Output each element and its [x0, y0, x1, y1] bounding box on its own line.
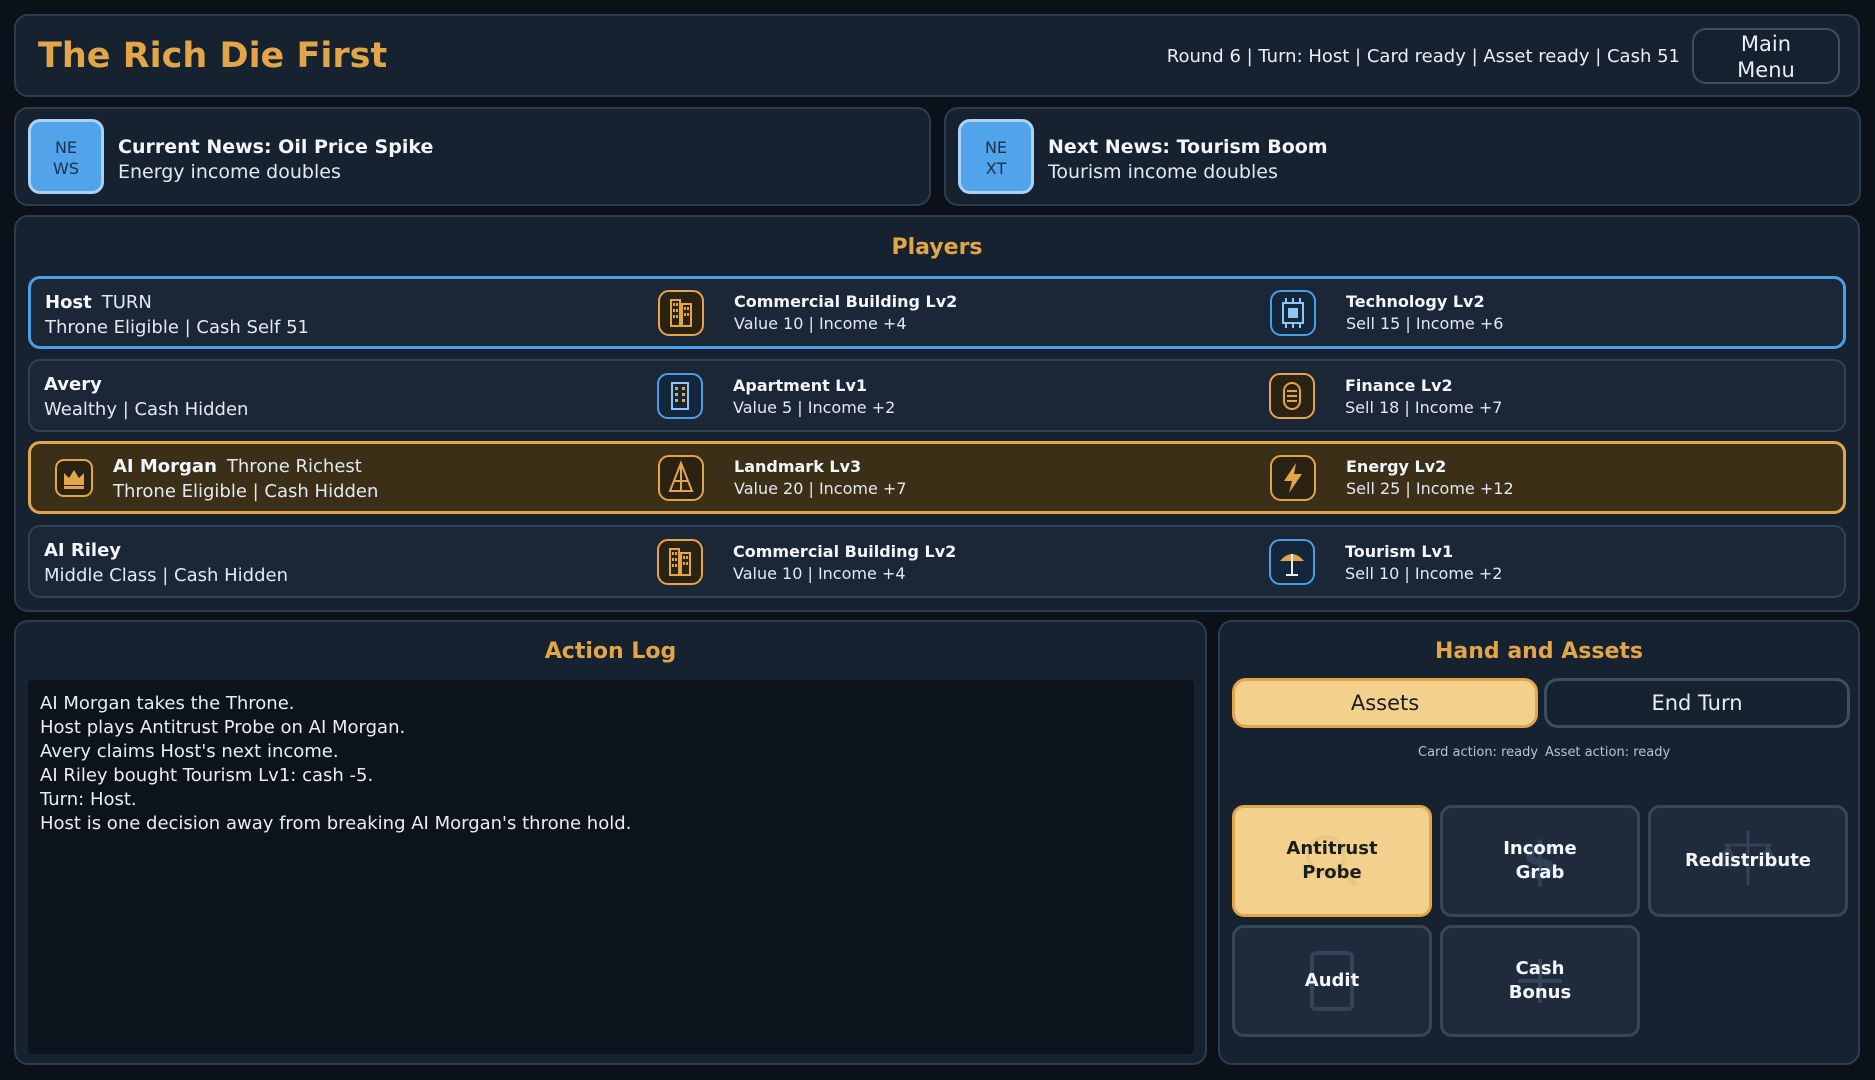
action-log-title: Action Log: [544, 639, 677, 664]
asset-stats: Sell 15 | Income +6: [1346, 314, 1504, 333]
landmark-tower-icon: [658, 455, 704, 501]
asset-name: Technology Lv2: [1346, 292, 1485, 311]
player-name-line: Host TURN: [45, 292, 152, 313]
commercial-building-icon: [658, 290, 704, 336]
card-label: Redistribute: [1685, 849, 1811, 873]
current-news-description: Energy income doubles: [118, 161, 341, 183]
news-badge-icon: NE WS: [28, 119, 104, 194]
card-antitrust-probe[interactable]: Antitrust Probe: [1232, 805, 1432, 917]
finance-coins-icon: [1269, 373, 1315, 419]
player-name: Host: [45, 292, 92, 313]
player-name-line: Avery: [44, 374, 102, 395]
hand-and-assets-panel: Hand and Assets Assets End Turn Card act…: [1218, 620, 1860, 1065]
game-title: The Rich Die First: [38, 36, 388, 76]
main-menu-button[interactable]: Main Menu: [1692, 28, 1840, 84]
current-news-panel: NE WS Current News: Oil Price Spike Ener…: [14, 107, 931, 206]
player-tag: TURN: [101, 292, 152, 313]
tourism-umbrella-icon: [1269, 539, 1315, 585]
news-badge-line2: WS: [53, 159, 79, 178]
players-panel: Players Host TURN Throne Eligible | Cash …: [14, 215, 1860, 612]
card-income-grab[interactable]: $ Income Grab: [1440, 805, 1640, 917]
main-menu-label-line1: Main: [1740, 32, 1792, 56]
player-name-line: AI Morgan Throne Richest: [113, 456, 362, 477]
card-audit[interactable]: Audit: [1232, 925, 1432, 1037]
player-name: AI Morgan: [113, 456, 217, 477]
player-row-host[interactable]: Host TURN Throne Eligible | Cash Self 51 …: [28, 276, 1846, 349]
player-status: Throne Eligible | Cash Hidden: [113, 481, 379, 502]
asset-name: Commercial Building Lv2: [733, 542, 957, 561]
action-log-list[interactable]: AI Morgan takes the Throne. Host plays A…: [28, 680, 1194, 1054]
asset-stats: Sell 18 | Income +7: [1345, 398, 1503, 417]
game-status: Round 6 | Turn: Host | Card ready | Asse…: [1166, 46, 1680, 67]
asset-action-status: Asset action: ready: [1545, 745, 1671, 760]
hand-title: Hand and Assets: [1435, 639, 1643, 664]
card-cash-bonus[interactable]: Cash Bonus: [1440, 925, 1640, 1037]
card-label-line1: Audit: [1304, 970, 1360, 991]
card-label: Income Grab: [1503, 837, 1577, 885]
next-news-description: Tourism income doubles: [1048, 161, 1278, 183]
top-bar: The Rich Die First Round 6 | Turn: Host …: [14, 14, 1860, 97]
log-entry: Host plays Antitrust Probe on AI Morgan.: [40, 717, 406, 738]
player-status: Throne Eligible | Cash Self 51: [45, 317, 310, 338]
asset-stats: Value 10 | Income +4: [734, 314, 907, 333]
next-news-title: Next News: Tourism Boom: [1048, 136, 1328, 158]
log-entry: Turn: Host.: [40, 789, 137, 810]
next-news-badge-icon: NE XT: [958, 119, 1034, 194]
card-redistribute[interactable]: Redistribute: [1648, 805, 1848, 917]
log-entry: AI Morgan takes the Throne.: [40, 693, 295, 714]
card-label-line1: Income: [1503, 838, 1577, 859]
card-label: Cash Bonus: [1509, 957, 1571, 1005]
asset-stats: Sell 10 | Income +2: [1345, 564, 1503, 583]
player-row-ai-morgan[interactable]: AI Morgan Throne Richest Throne Eligible …: [28, 441, 1846, 514]
card-label: Audit: [1305, 969, 1359, 993]
asset-name: Apartment Lv1: [733, 376, 868, 395]
asset-name: Energy Lv2: [1346, 457, 1447, 476]
player-name: AI Riley: [44, 540, 122, 561]
action-log-panel: Action Log AI Morgan takes the Throne. H…: [14, 620, 1207, 1065]
log-entry: Avery claims Host's next income.: [40, 741, 339, 762]
news-badge-line1: NE: [54, 138, 78, 157]
assets-button[interactable]: Assets: [1232, 678, 1538, 728]
card-label: Antitrust Probe: [1286, 837, 1377, 885]
asset-name: Finance Lv2: [1345, 376, 1453, 395]
card-action-status: Card action: ready: [1418, 745, 1539, 760]
next-news-badge-line1: NE: [984, 138, 1008, 157]
next-news-panel: NE XT Next News: Tourism Boom Tourism in…: [944, 107, 1861, 206]
asset-stats: Value 20 | Income +7: [734, 479, 907, 498]
players-title: Players: [891, 235, 983, 260]
log-entry: AI Riley bought Tourism Lv1: cash -5.: [40, 765, 374, 786]
asset-name: Tourism Lv1: [1345, 542, 1454, 561]
energy-bolt-icon: [1270, 455, 1316, 501]
asset-name: Commercial Building Lv2: [734, 292, 958, 311]
current-news-title: Current News: Oil Price Spike: [118, 136, 434, 158]
player-name: Avery: [44, 374, 102, 395]
asset-stats: Value 10 | Income +4: [733, 564, 906, 583]
card-label-line1: Cash: [1515, 958, 1565, 979]
card-label-line2: Probe: [1302, 862, 1362, 883]
card-label-line1: Antitrust: [1286, 838, 1378, 859]
card-label-line1: Redistribute: [1685, 850, 1811, 871]
player-row-avery[interactable]: Avery Wealthy | Cash Hidden Apartment Lv…: [28, 359, 1846, 432]
player-status: Middle Class | Cash Hidden: [44, 565, 289, 586]
player-row-ai-riley[interactable]: AI Riley Middle Class | Cash Hidden Comm…: [28, 525, 1846, 598]
crown-icon: [55, 459, 93, 497]
technology-chip-icon: [1270, 290, 1316, 336]
main-menu-label-line2: Menu: [1737, 58, 1795, 82]
apartment-icon: [657, 373, 703, 419]
commercial-building-icon: [657, 539, 703, 585]
end-turn-button[interactable]: End Turn: [1544, 678, 1850, 728]
card-label-line2: Bonus: [1508, 982, 1572, 1003]
next-news-badge-line2: XT: [985, 159, 1007, 178]
card-label-line2: Grab: [1515, 862, 1565, 883]
player-name-line: AI Riley: [44, 540, 121, 561]
player-status: Wealthy | Cash Hidden: [44, 399, 249, 420]
asset-stats: Value 5 | Income +2: [733, 398, 896, 417]
asset-stats: Sell 25 | Income +12: [1346, 479, 1514, 498]
player-tag: Throne Richest: [226, 456, 362, 477]
log-entry: Host is one decision away from breaking …: [40, 813, 632, 834]
asset-name: Landmark Lv3: [734, 457, 862, 476]
